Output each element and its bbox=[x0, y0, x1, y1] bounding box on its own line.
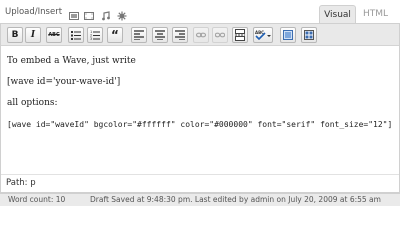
content-line-options-heading: all options: bbox=[7, 98, 58, 108]
bold-icon: B bbox=[11, 30, 19, 40]
align-center-icon bbox=[155, 30, 165, 40]
content-line-embed-intro: To embed a Wave, just write bbox=[7, 56, 136, 66]
italic-icon: I bbox=[30, 30, 36, 40]
italic-button[interactable]: I bbox=[25, 27, 41, 43]
kitchen-sink-icon bbox=[304, 30, 314, 40]
bold-button[interactable]: B bbox=[7, 27, 23, 43]
word-count: Word count: 10 bbox=[8, 195, 66, 204]
unlink-icon bbox=[215, 32, 225, 38]
align-left-icon bbox=[134, 30, 144, 40]
insert-link-button[interactable] bbox=[193, 27, 209, 43]
full-shortcode-text: [wave id="waveId" bgcolor="#ffffff" colo… bbox=[7, 120, 393, 129]
kitchen-sink-button[interactable] bbox=[301, 27, 317, 43]
align-right-icon bbox=[175, 30, 185, 40]
blockquote-button[interactable]: “ bbox=[107, 27, 123, 43]
spellcheck-icon: ABC bbox=[255, 30, 271, 40]
insert-more-button[interactable] bbox=[232, 27, 248, 43]
strikethrough-icon: ABC bbox=[48, 32, 60, 38]
content-line-full-shortcode: [wave id="waveId" bgcolor="#ffffff" colo… bbox=[7, 120, 392, 129]
upload-insert-label: Upload/Insert bbox=[5, 7, 63, 17]
embed-intro-text: To embed a Wave, just write bbox=[7, 56, 136, 66]
align-center-button[interactable] bbox=[152, 27, 168, 43]
tab-html[interactable]: HTML bbox=[358, 5, 393, 24]
add-media-icon[interactable] bbox=[117, 6, 127, 21]
ordered-list-icon: 123 bbox=[90, 30, 100, 40]
add-video-icon[interactable] bbox=[84, 6, 94, 20]
ordered-list-button[interactable]: 123 bbox=[87, 27, 103, 43]
align-right-button[interactable] bbox=[172, 27, 188, 43]
spellcheck-button[interactable]: ABC bbox=[253, 27, 273, 43]
unordered-list-icon bbox=[71, 31, 81, 40]
fullscreen-button[interactable] bbox=[280, 27, 296, 43]
draft-saved-status: Draft Saved at 9:48:30 pm. Last edited b… bbox=[90, 195, 381, 204]
add-image-icon[interactable] bbox=[69, 6, 79, 20]
editor-area: B I ABC 123 “ ABC To embed a Wave, just … bbox=[0, 23, 400, 193]
more-tag-icon bbox=[235, 29, 245, 41]
align-left-button[interactable] bbox=[131, 27, 147, 43]
unordered-list-button[interactable] bbox=[68, 27, 84, 43]
options-heading-text: all options: bbox=[7, 98, 58, 108]
unlink-button[interactable] bbox=[212, 27, 228, 43]
status-bar: Word count: 10 Draft Saved at 9:48:30 pm… bbox=[0, 193, 400, 206]
tab-visual[interactable]: Visual bbox=[319, 5, 356, 24]
link-icon bbox=[196, 32, 206, 38]
blockquote-icon: “ bbox=[111, 28, 119, 42]
content-line-wave-shortcode: [wave id='your-wave-id'] bbox=[7, 77, 120, 87]
svg-text:3: 3 bbox=[90, 37, 92, 40]
formatting-toolbar: B I ABC 123 “ ABC bbox=[1, 24, 399, 46]
element-path: Path: p bbox=[1, 174, 399, 192]
add-audio-icon[interactable] bbox=[101, 6, 111, 21]
strikethrough-button[interactable]: ABC bbox=[46, 27, 62, 43]
wave-shortcode-text: [wave id='your-wave-id'] bbox=[7, 77, 121, 87]
editor-header: Upload/Insert Visual HTML bbox=[0, 0, 400, 24]
fullscreen-icon bbox=[283, 30, 293, 40]
